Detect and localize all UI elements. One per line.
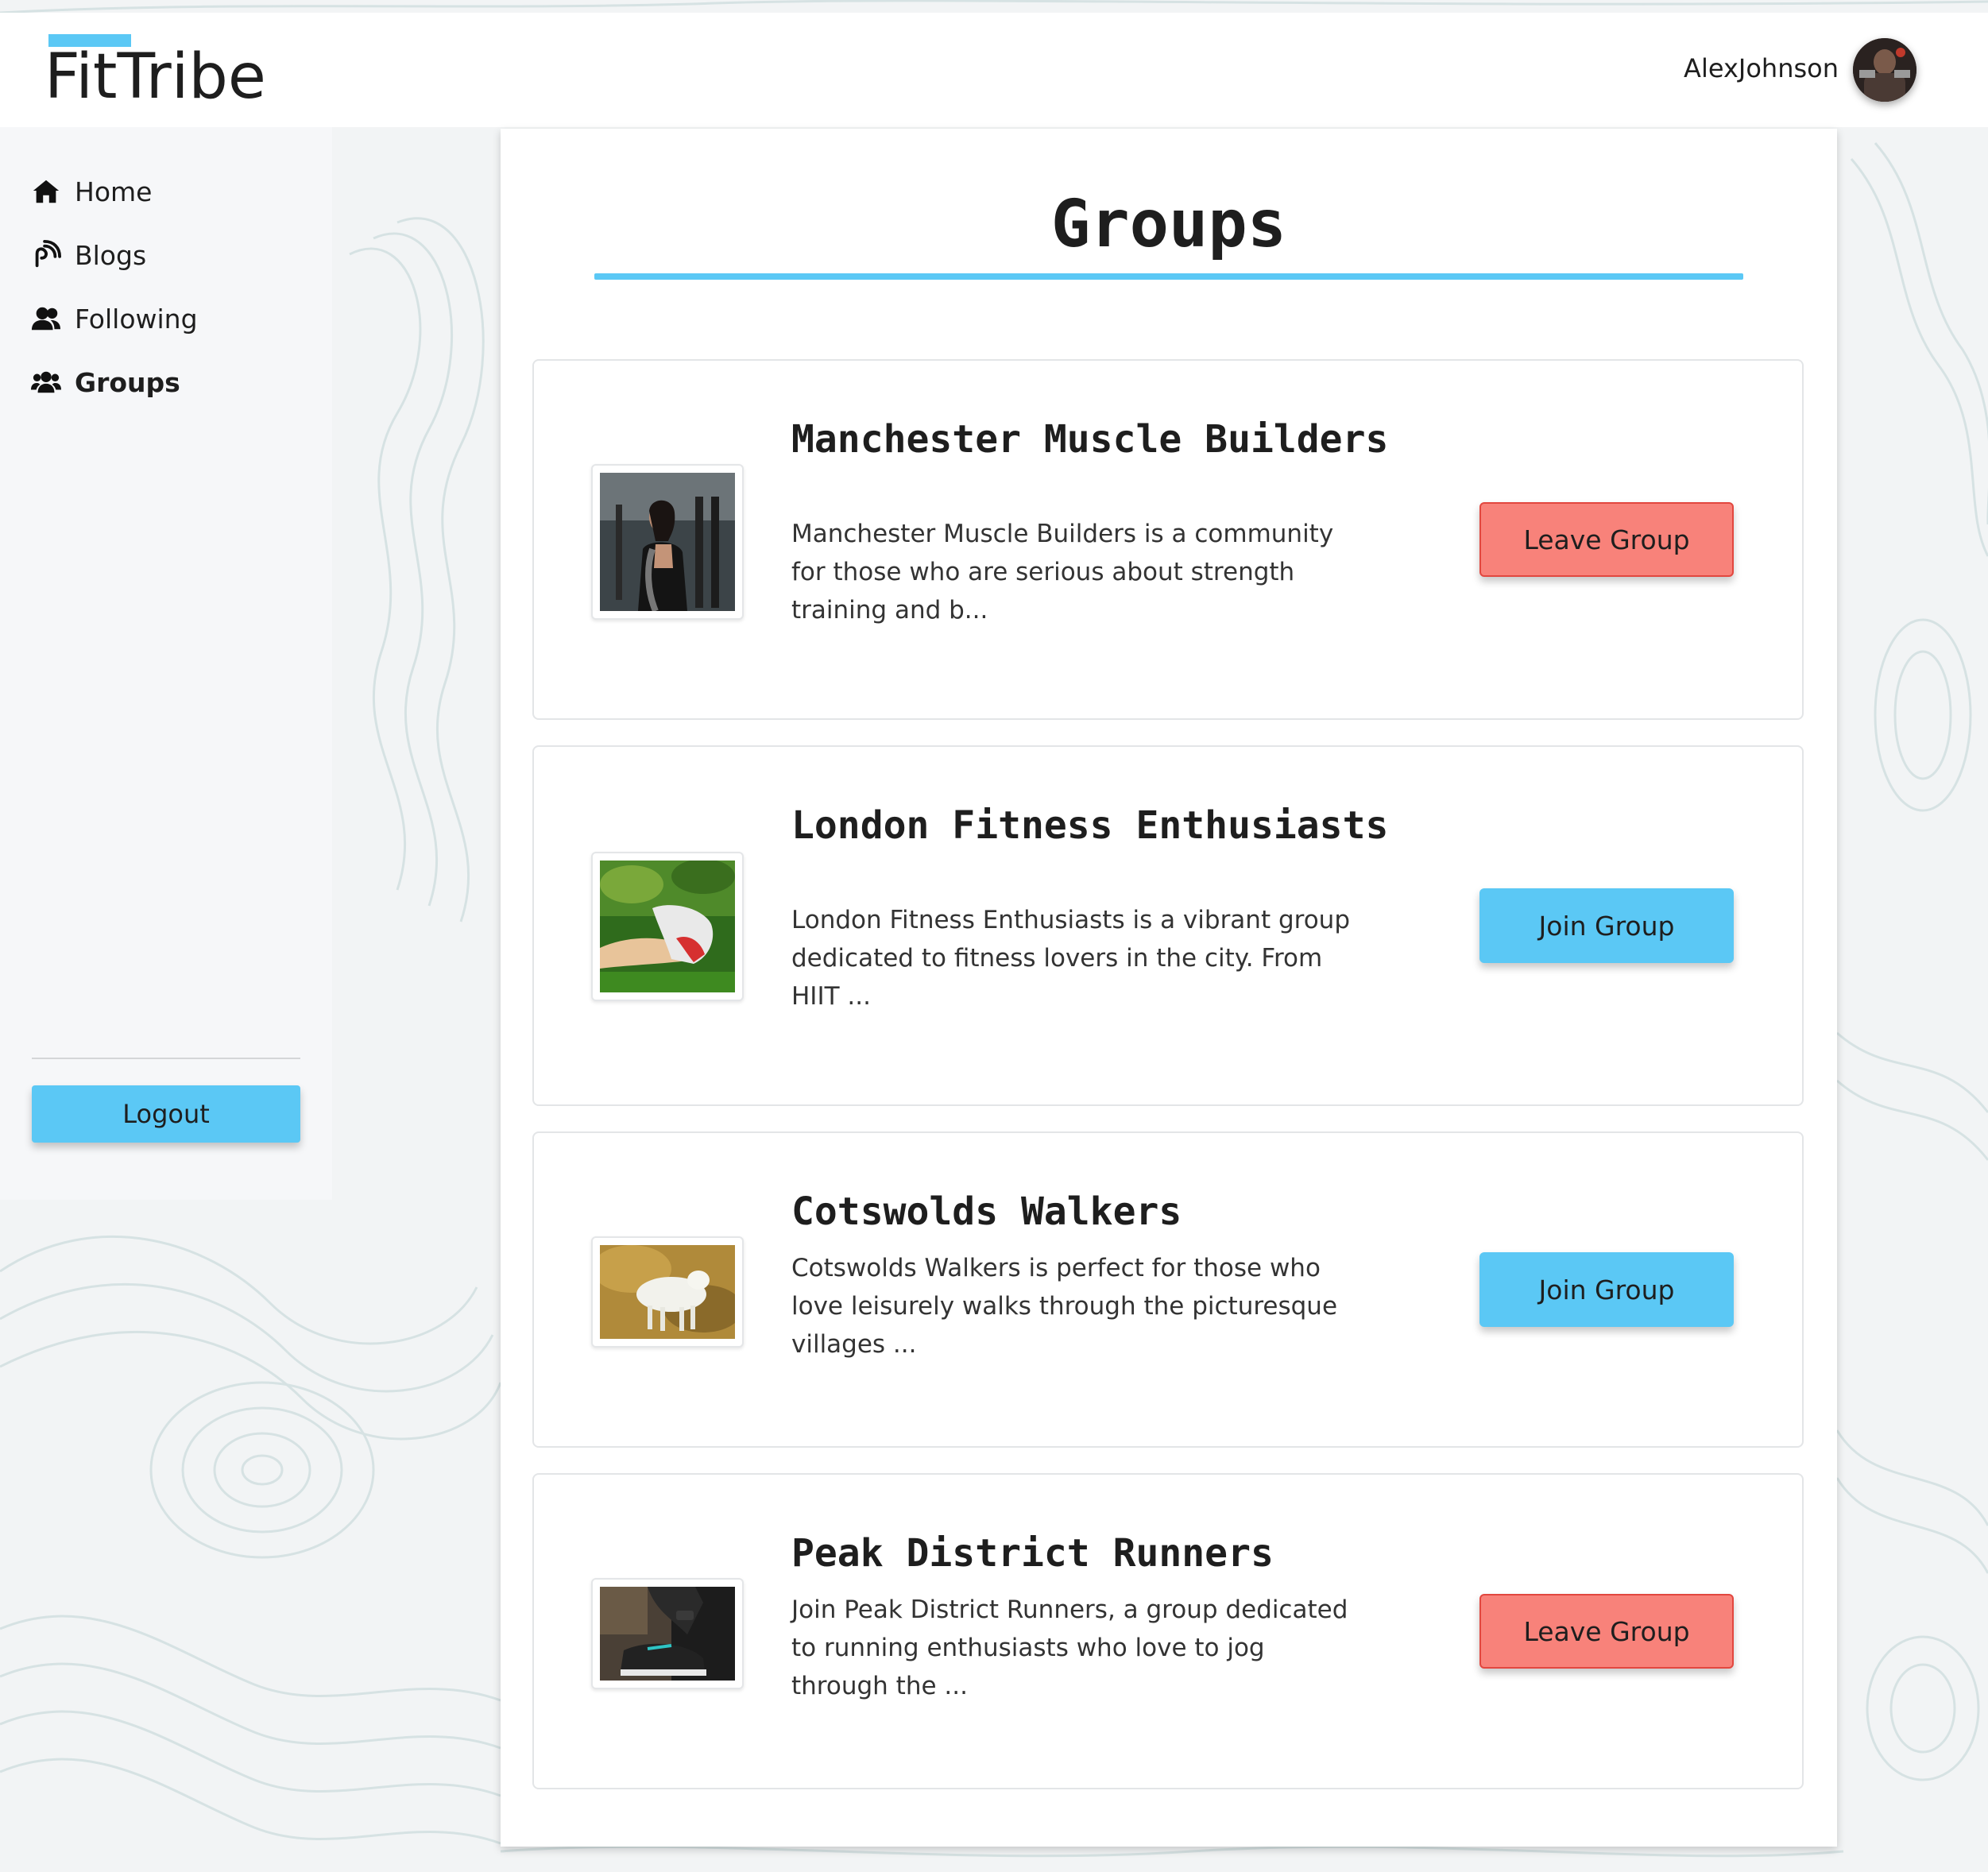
sidebar-item-blogs[interactable]: Blogs [30,235,146,275]
sidebar-item-label: Groups [75,366,180,398]
group-image[interactable] [591,1236,744,1348]
title-underline [594,273,1743,280]
sidebar-item-label: Blogs [75,239,147,271]
group-title[interactable]: London Fitness Enthusiasts [791,803,1395,849]
sidebar-item-home[interactable]: Home [30,172,152,211]
page-title: Groups [1050,187,1287,262]
sidebar: Home Blogs Following Groups Logout [0,127,332,1200]
group-description: Cotswolds Walkers is perfect for those w… [791,1254,1338,1359]
username-label[interactable]: AlexJohnson [1684,56,1839,81]
group-card: Manchester Muscle Builders Manchester Mu… [532,359,1804,720]
leave-group-button[interactable]: Leave Group [1479,1594,1734,1669]
leave-group-button[interactable]: Leave Group [1479,502,1734,577]
group-image[interactable] [591,464,744,620]
app-logo[interactable]: FitTribe [44,46,266,108]
sidebar-divider [32,1058,300,1059]
group-description: Join Peak District Runners, a group dedi… [791,1595,1348,1700]
join-group-button[interactable]: Join Group [1479,1252,1734,1327]
group-card: Peak District Runners Join Peak District… [532,1473,1804,1789]
group-description: London Fitness Enthusiasts is a vibrant … [791,906,1350,1011]
main-panel: Groups Manchester Muscle Builders Manche… [501,129,1837,1847]
user-pair-icon [30,303,62,335]
home-icon [30,176,62,207]
sidebar-item-groups[interactable]: Groups [30,362,180,402]
top-header: FitTribe AlexJohnson [0,13,1988,127]
group-title[interactable]: Peak District Runners [791,1530,1395,1576]
group-photo-gym-woman [600,473,735,611]
group-title[interactable]: Manchester Muscle Builders [791,416,1395,462]
group-image[interactable] [591,1578,744,1689]
sidebar-item-label: Home [75,176,153,207]
sidebar-item-following[interactable]: Following [30,299,198,338]
group-title[interactable]: Cotswolds Walkers [791,1189,1395,1235]
group-icon [30,366,62,398]
group-photo-sneakers-grass [600,861,735,992]
group-description: Manchester Muscle Builders is a communit… [791,520,1334,625]
group-photo-runner-shoe [600,1587,735,1681]
group-card: Cotswolds Walkers Cotswolds Walkers is p… [532,1131,1804,1448]
sidebar-item-label: Following [75,303,198,335]
join-group-button[interactable]: Join Group [1479,888,1734,963]
blog-icon [30,239,62,271]
logout-button[interactable]: Logout [32,1085,300,1143]
group-image[interactable] [591,852,744,1001]
group-card: London Fitness Enthusiasts London Fitnes… [532,745,1804,1106]
avatar[interactable] [1853,38,1916,102]
group-photo-lamb [600,1245,735,1339]
